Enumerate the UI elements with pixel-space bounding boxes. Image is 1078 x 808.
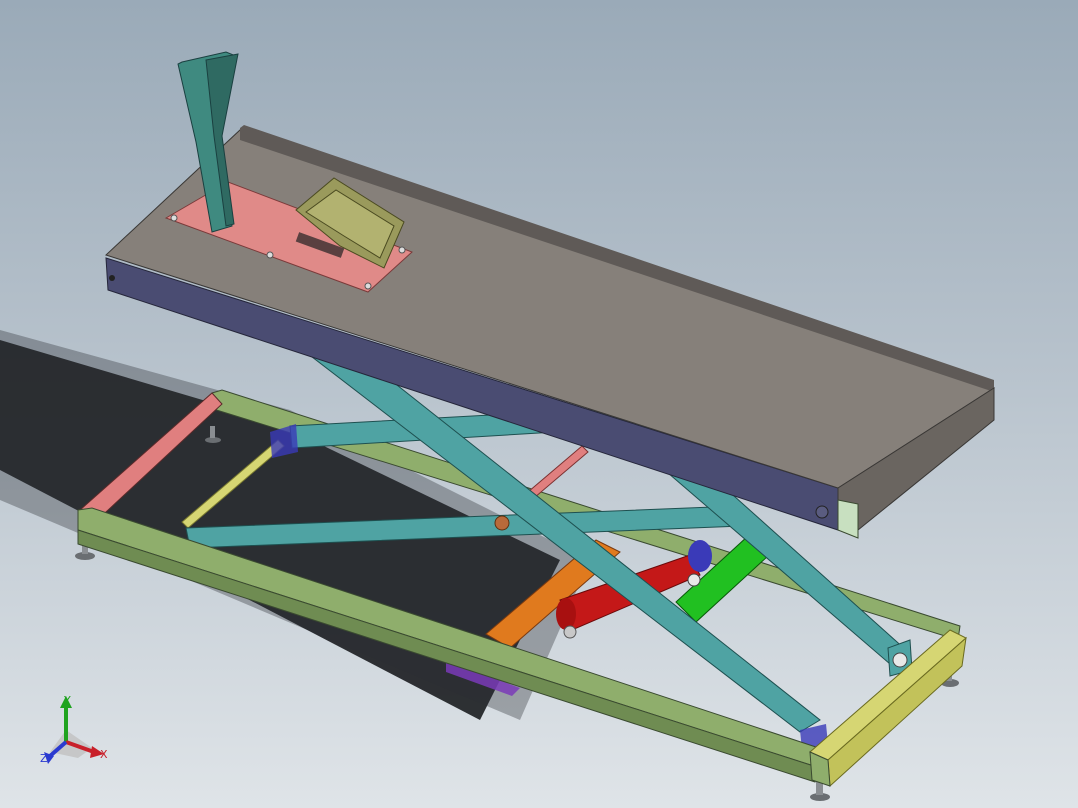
plate-bolt-4 bbox=[398, 246, 406, 254]
plate-bolt-2 bbox=[266, 251, 274, 259]
x-axis-label: X bbox=[100, 748, 108, 761]
roller-right bbox=[892, 652, 908, 668]
cylinder-end bbox=[556, 598, 576, 630]
cylinder-mount bbox=[688, 540, 712, 572]
rear-rod bbox=[527, 445, 589, 499]
plate-bolt-3 bbox=[364, 282, 372, 290]
z-axis-label: Z bbox=[40, 752, 48, 765]
center-pivot bbox=[494, 515, 510, 531]
plate-bolt-1 bbox=[170, 214, 178, 222]
y-axis-label: Y bbox=[63, 694, 71, 707]
cylinder-pin bbox=[563, 625, 577, 639]
platform-end-channel bbox=[837, 499, 859, 539]
scissor-lift-model[interactable] bbox=[0, 0, 1078, 808]
cad-viewport[interactable]: Y X Z bbox=[0, 0, 1078, 808]
platform-bolt-left bbox=[109, 275, 115, 281]
roller-upper bbox=[687, 573, 701, 587]
view-triad[interactable]: Y X Z bbox=[36, 692, 116, 772]
platform-bolt-right bbox=[815, 505, 829, 519]
